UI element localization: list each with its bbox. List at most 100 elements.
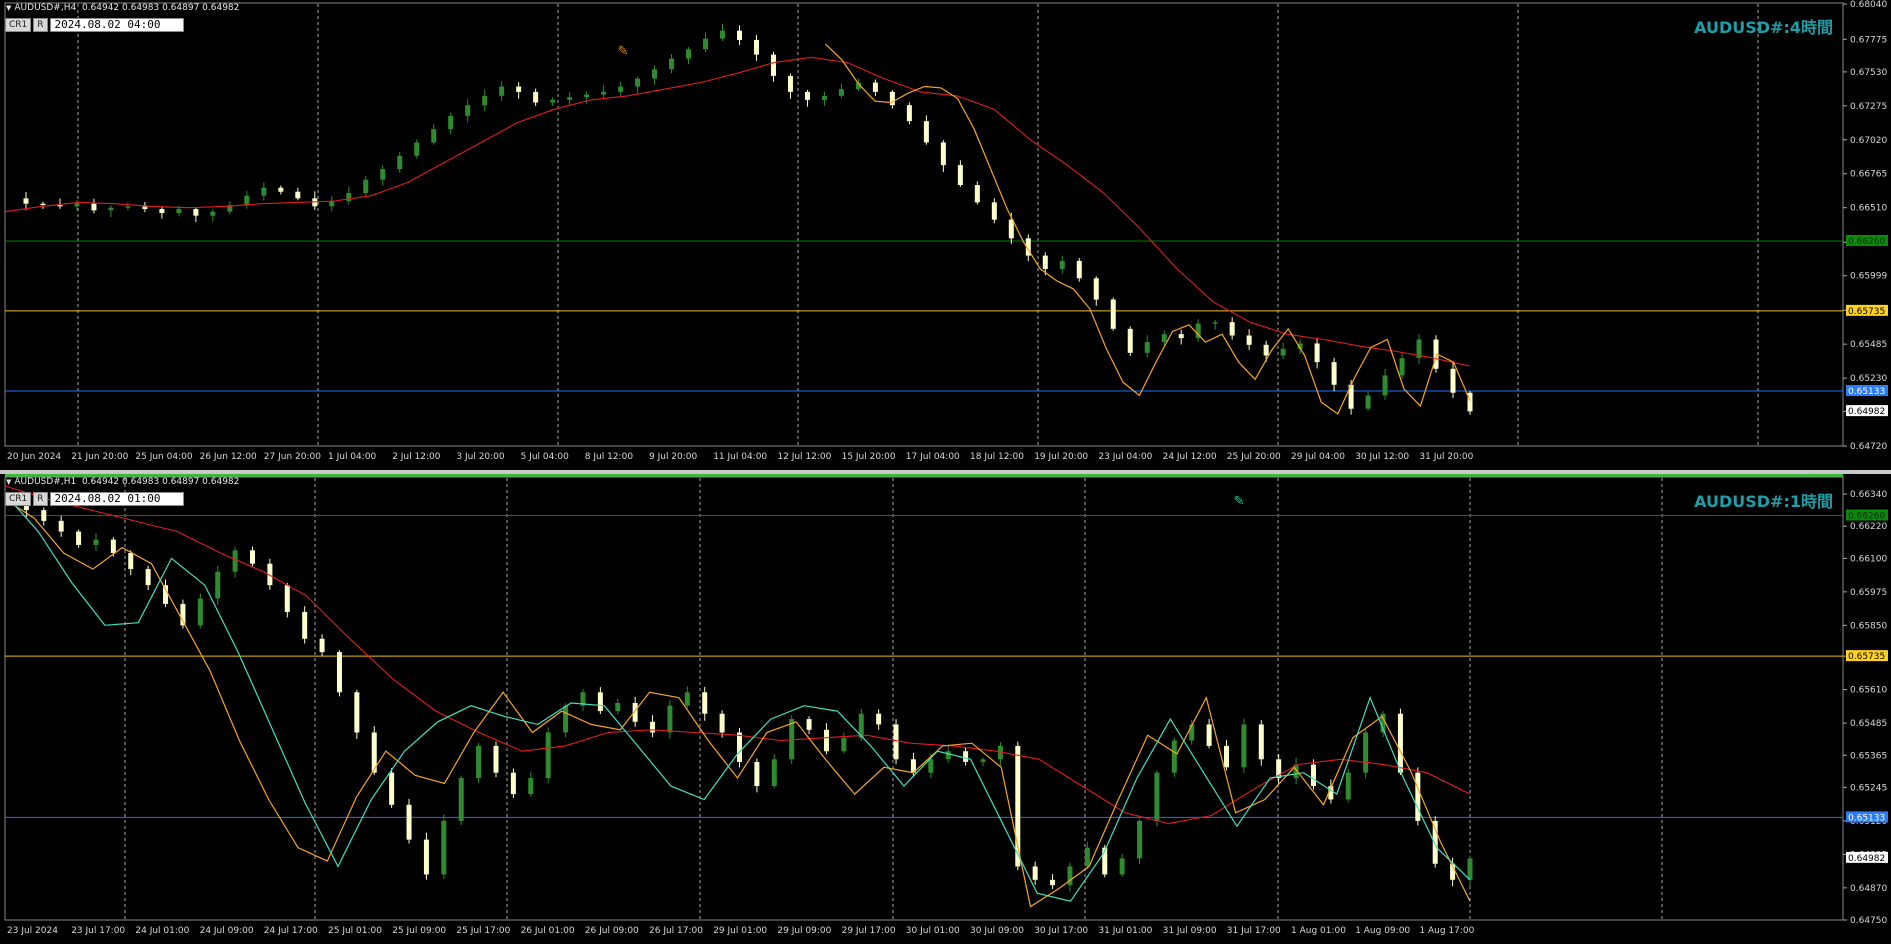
- y-tick-label: 0.64720: [1850, 442, 1887, 452]
- x-tick-label: 24 Jul 17:00: [264, 926, 318, 936]
- candle-body: [1363, 732, 1369, 773]
- candle-body: [821, 95, 827, 100]
- x-tick-label: 9 Jul 20:00: [649, 452, 698, 462]
- candle-body: [58, 520, 64, 532]
- candle-body: [1206, 724, 1212, 746]
- candle-body: [686, 49, 692, 59]
- chart-canvas-h1[interactable]: 23 Jul 2024 23 Jul 17:00 24 Jul 01:00 24 Ju…: [0, 474, 1891, 944]
- ma-fast-line: [824, 43, 1471, 415]
- candle-body: [1310, 764, 1316, 787]
- candle-body: [669, 58, 675, 70]
- chart-header-h1: ▼ AUDUSD#,H1 0.64942 0.64983 0.64897 0.64…: [6, 477, 239, 487]
- x-tick-label: 24 Jul 12:00: [1163, 452, 1217, 462]
- datetime-field[interactable]: 2024.08.02 04:00: [49, 18, 184, 32]
- candle-body: [423, 839, 429, 875]
- candle-body: [1331, 362, 1337, 385]
- candle-body: [193, 209, 199, 216]
- candle-body: [1171, 740, 1177, 773]
- pencil-icon[interactable]: ✎: [618, 42, 628, 58]
- candle-body: [482, 95, 488, 106]
- chart-canvas-h4[interactable]: 20 Jun 2024 21 Jun 20:00 25 Jun 04:00 26 Ju…: [0, 0, 1891, 470]
- candle-body: [584, 94, 590, 98]
- candle-body: [336, 652, 342, 693]
- x-tick-label: 26 Jul 09:00: [585, 926, 639, 936]
- candle-body: [397, 155, 403, 170]
- x-tick-label: 25 Jul 01:00: [328, 926, 382, 936]
- x-tick-label: 25 Jul 20:00: [1227, 452, 1281, 462]
- candle-body: [1127, 328, 1133, 353]
- x-tick-label: 30 Jul 09:00: [970, 926, 1024, 936]
- candle-body: [1076, 260, 1082, 279]
- candle-body: [1397, 713, 1403, 773]
- candle-body: [737, 732, 742, 762]
- candle-body: [319, 638, 325, 653]
- candle-body: [458, 778, 464, 821]
- x-tick-label: 11 Jul 04:00: [713, 452, 767, 462]
- x-tick-label: 29 Jul 04:00: [1291, 452, 1345, 462]
- r-button[interactable]: R: [33, 492, 48, 506]
- candle-body: [210, 211, 216, 216]
- candle-body: [414, 142, 420, 156]
- candle-body: [980, 759, 986, 762]
- chart-pane-h4[interactable]: 20 Jun 2024 21 Jun 20:00 25 Jun 04:00 26 Ju…: [0, 0, 1891, 470]
- candle-body: [804, 91, 810, 100]
- x-tick-label: 8 Jul 12:00: [585, 452, 634, 462]
- candle-body: [23, 198, 29, 204]
- candle-body: [667, 705, 673, 733]
- candle-body: [684, 692, 690, 706]
- header-ohlc: 0.64942 0.64983 0.64897 0.64982: [81, 3, 240, 13]
- x-tick-label: 31 Jul 20:00: [1419, 452, 1473, 462]
- cr1-button[interactable]: CR1: [5, 18, 32, 32]
- candle-body: [329, 201, 335, 207]
- x-tick-label: 23 Jul 04:00: [1098, 452, 1152, 462]
- x-tick-label: 1 Aug 01:00: [1291, 926, 1346, 936]
- x-tick-label: 29 Jul 09:00: [777, 926, 831, 936]
- y-tick-label: 0.66510: [1850, 204, 1887, 214]
- candle-body: [823, 729, 829, 752]
- candle-body: [615, 703, 621, 712]
- candle-body: [145, 569, 151, 586]
- cr1-button[interactable]: CR1: [5, 492, 32, 506]
- candle-body: [702, 692, 708, 714]
- triangle-down-icon: ▼: [6, 478, 12, 486]
- datetime-field[interactable]: 2024.08.02 01:00: [49, 492, 184, 506]
- candle-body: [1314, 343, 1320, 363]
- candle-body: [597, 692, 603, 712]
- pencil-icon[interactable]: ✎: [1234, 492, 1244, 508]
- r-button[interactable]: R: [33, 18, 48, 32]
- x-tick-label: 20 Jun 2024: [7, 452, 61, 462]
- candle-body: [261, 187, 267, 196]
- x-tick-label: 17 Jul 04:00: [906, 452, 960, 462]
- candle-body: [618, 86, 624, 92]
- ma-fast-line: [4, 498, 1471, 908]
- candle-body: [110, 539, 116, 554]
- x-tick-label: 23 Jul 17:00: [71, 926, 125, 936]
- pane-title-h4: AUDUSD#:4時間: [1694, 18, 1833, 37]
- candle-body: [499, 86, 505, 96]
- x-tick-label: 19 Jul 20:00: [1034, 452, 1088, 462]
- candle-body: [1258, 724, 1264, 760]
- candle-body: [545, 732, 551, 779]
- candle-body: [493, 745, 499, 773]
- candle-body: [650, 721, 656, 733]
- candle-body: [448, 115, 454, 130]
- x-tick-label: 12 Jul 12:00: [777, 452, 831, 462]
- x-tick-label: 29 Jul 01:00: [713, 926, 767, 936]
- ma-slow-line: [4, 56, 1471, 367]
- level-label-yellow: 0.65735: [1848, 307, 1885, 317]
- candle-body: [1212, 322, 1218, 324]
- candle-body: [57, 205, 63, 207]
- candle-body: [889, 91, 895, 106]
- candle-body: [510, 772, 516, 795]
- candle-body: [1280, 348, 1286, 356]
- candle-body: [1345, 772, 1351, 800]
- candle-body: [1229, 322, 1235, 336]
- chart-pane-h1[interactable]: 23 Jul 2024 23 Jul 17:00 24 Jul 01:00 24 Ju…: [0, 474, 1891, 944]
- candle-body: [354, 692, 360, 733]
- x-tick-label: 25 Jun 04:00: [135, 452, 192, 462]
- candle-body: [1450, 368, 1456, 393]
- x-tick-label: 27 Jun 20:00: [264, 452, 321, 462]
- candle-body: [1093, 278, 1099, 300]
- candle-body: [754, 761, 760, 787]
- candle-body: [284, 585, 290, 612]
